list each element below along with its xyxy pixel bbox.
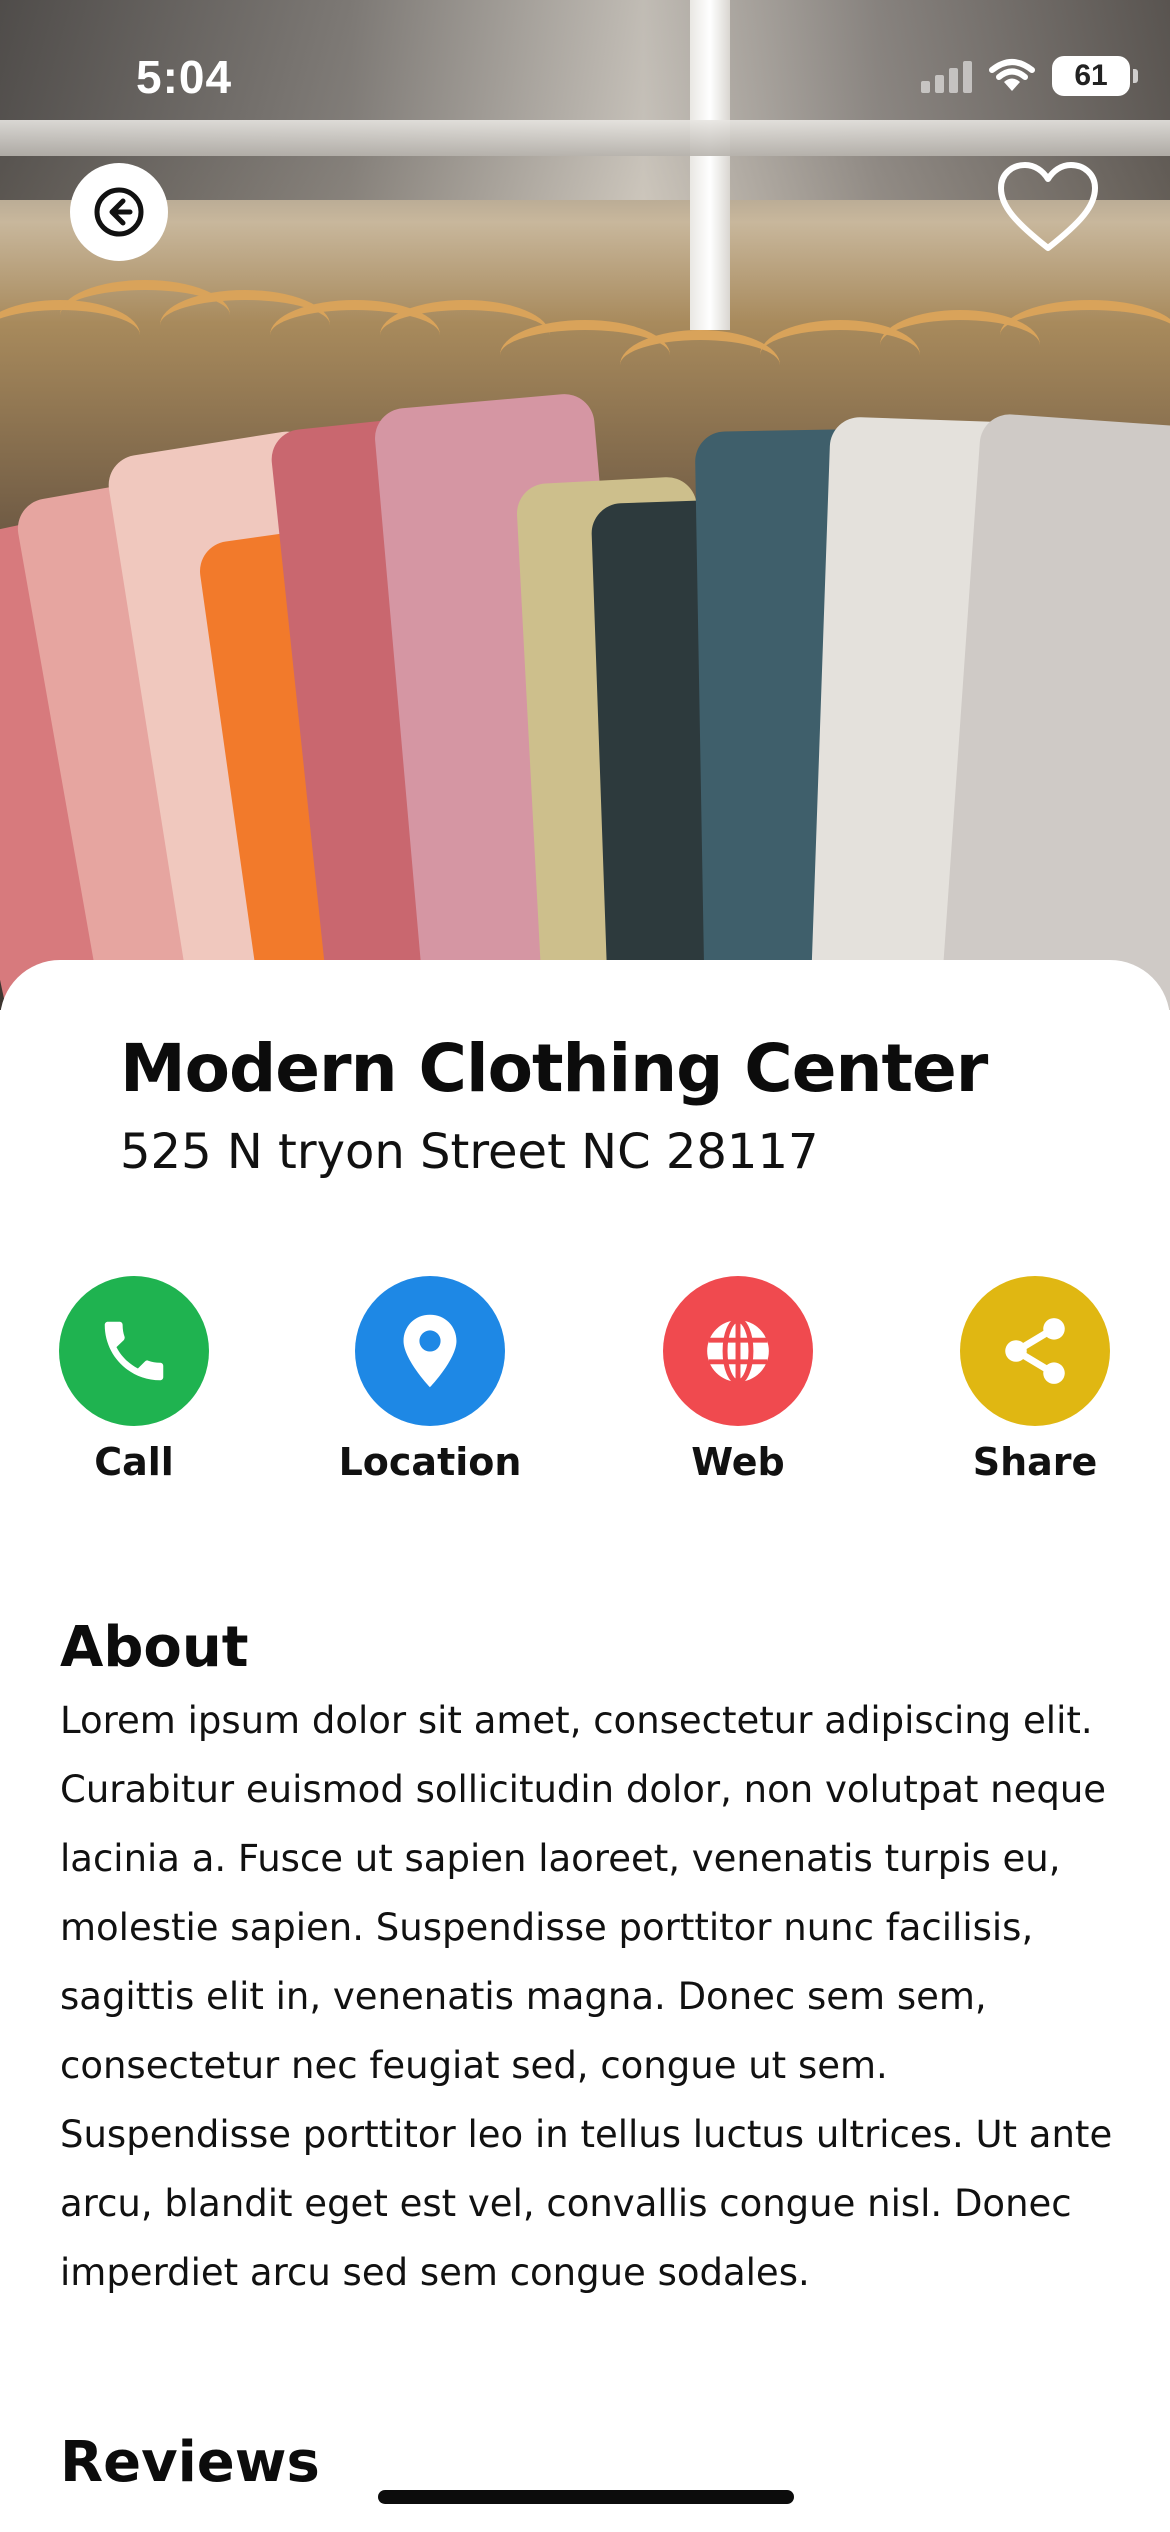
share-button[interactable]: Share [925,1276,1145,1484]
status-time: 5:04 [136,51,233,103]
action-buttons: Call Location Web Share [0,1276,1170,1496]
store-name: Modern Clothing Center [120,1030,988,1107]
arrow-left-icon [94,187,144,237]
share-icon [1005,1318,1065,1384]
favorite-button[interactable] [995,160,1101,256]
status-icons: 61 [921,56,1138,96]
web-icon-circle [663,1276,813,1426]
about-heading: About [60,1615,249,1680]
location-button[interactable]: Location [320,1276,540,1484]
store-hero-image [0,0,1170,1010]
globe-icon [707,1317,769,1385]
location-label: Location [338,1440,522,1484]
web-button[interactable]: Web [628,1276,848,1484]
home-indicator[interactable] [378,2490,794,2504]
web-label: Web [691,1440,785,1484]
reviews-heading: Reviews [60,2430,320,2495]
wifi-icon [989,59,1035,91]
map-pin-icon [403,1314,457,1388]
hanger [620,330,780,400]
about-text: Lorem ipsum dolor sit amet, consectetur … [60,1699,1113,2294]
call-icon-circle [59,1276,209,1426]
location-icon-circle [355,1276,505,1426]
phone-icon [104,1321,164,1381]
call-button[interactable]: Call [24,1276,244,1484]
heart-outline-icon [998,162,1098,251]
cellular-signal-icon [921,59,972,93]
store-address: 525 N tryon Street NC 28117 [120,1124,819,1180]
battery-indicator: 61 [1052,56,1138,96]
share-icon-circle [960,1276,1110,1426]
clothes-rail [0,120,1170,156]
share-label: Share [972,1440,1098,1484]
hanger [1000,300,1170,370]
call-label: Call [94,1440,174,1484]
back-button[interactable] [70,163,168,261]
hero-pole [690,0,730,330]
battery-level: 61 [1074,59,1108,92]
